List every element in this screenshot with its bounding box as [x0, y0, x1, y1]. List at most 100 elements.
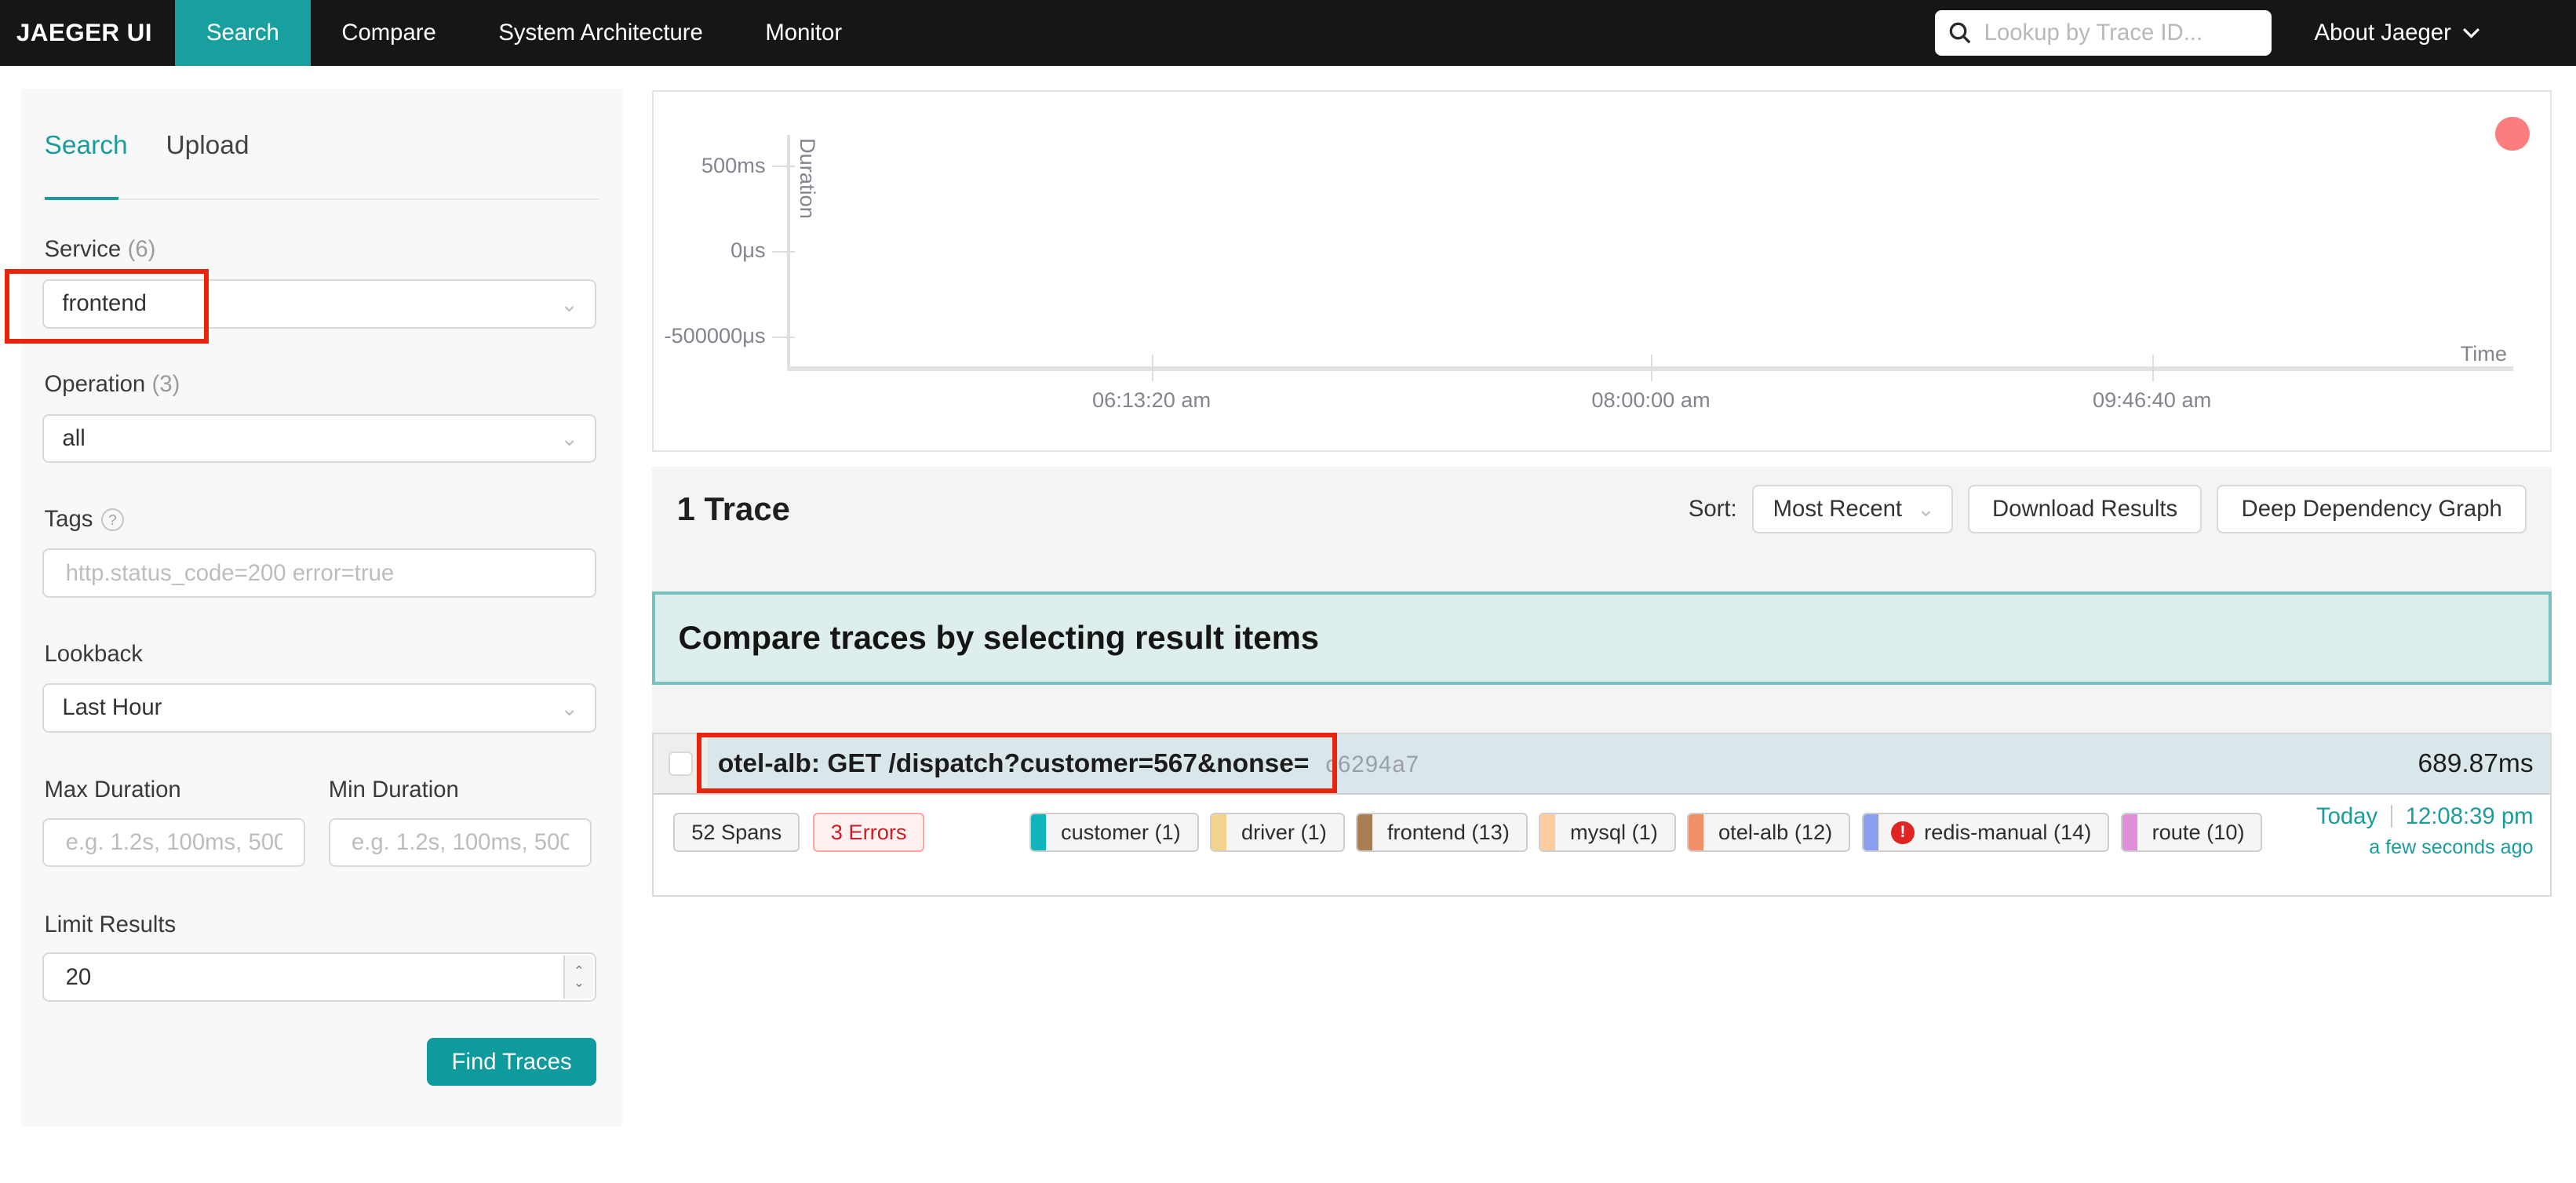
- x-tick-label: 09:46:40 am: [2093, 388, 2212, 412]
- lookback-select-value: Last Hour: [62, 694, 162, 721]
- x-axis-line: [786, 366, 2514, 372]
- service-badge-label: otel-alb (12): [1718, 820, 1833, 845]
- service-color-bar: [1689, 814, 1704, 851]
- results-controls: Sort: Most Recent ⌄ Download Results Dee…: [1688, 484, 2527, 534]
- trace-result-card: otel-alb: GET /dispatch?customer=567&non…: [652, 732, 2552, 897]
- chevron-down-icon: ⌄: [560, 291, 579, 316]
- trace-checkbox[interactable]: [669, 751, 694, 777]
- tab-upload[interactable]: Upload: [166, 131, 249, 161]
- results-header: 1 Trace Sort: Most Recent ⌄ Download Res…: [677, 479, 2527, 538]
- max-duration-field-wrap: [42, 817, 306, 868]
- trace-duration: 689.87ms: [2418, 748, 2534, 778]
- tab-search[interactable]: Search: [45, 131, 128, 161]
- operation-select[interactable]: all ⌄: [42, 413, 596, 464]
- trace-card-body: 52 Spans 3 Errors customer (1) driver (1)…: [654, 795, 2549, 895]
- nav-item-system-architecture[interactable]: System Architecture: [468, 0, 734, 66]
- search-results-section: 1 Trace Sort: Most Recent ⌄ Download Res…: [652, 466, 2552, 897]
- trace-card-header[interactable]: otel-alb: GET /dispatch?customer=567&non…: [654, 733, 2550, 795]
- trace-service-operation: otel-alb: GET /dispatch?customer=567&non…: [717, 748, 1310, 778]
- service-badge: customer (1): [1029, 813, 1199, 853]
- compare-banner-text: Compare traces by selecting result items: [678, 619, 1320, 657]
- compare-banner: Compare traces by selecting result items: [652, 591, 2552, 686]
- operation-label: Operation (3): [44, 371, 180, 398]
- about-jaeger-menu[interactable]: About Jaeger: [2315, 20, 2481, 46]
- sort-select-value: Most Recent: [1773, 496, 1903, 522]
- result-count: 1 Trace: [676, 490, 790, 528]
- deep-dependency-graph-button[interactable]: Deep Dependency Graph: [2217, 484, 2527, 534]
- y-tick-label: 500ms: [701, 152, 766, 177]
- lookback-select[interactable]: Last Hour ⌄: [42, 682, 596, 733]
- trace-id: c6294a7: [1325, 751, 1420, 777]
- x-axis-title: Time: [2460, 341, 2508, 366]
- service-color-bar: [2122, 814, 2137, 851]
- service-color-bar: [1211, 814, 1227, 851]
- nav-item-compare[interactable]: Compare: [311, 0, 468, 66]
- tags-field-wrap: [42, 548, 596, 599]
- service-badge-label: frontend (13): [1387, 820, 1510, 845]
- trace-lookup-input[interactable]: [1980, 17, 2259, 48]
- timestamp-divider: [2390, 805, 2392, 828]
- brand-logo[interactable]: JAEGER UI: [0, 19, 175, 47]
- service-badge: frontend (13): [1356, 813, 1528, 853]
- active-tab-underline: [44, 197, 118, 201]
- trace-badges-row: 52 Spans 3 Errors customer (1) driver (1)…: [673, 813, 2263, 853]
- service-badge-label: redis-manual (14): [1924, 820, 2092, 845]
- y-tick-mark: [771, 251, 796, 253]
- lookback-label: Lookback: [44, 640, 143, 667]
- tags-input[interactable]: [62, 558, 577, 588]
- search-icon: [1949, 22, 1971, 44]
- chevron-down-icon: ⌄: [1917, 497, 1935, 522]
- y-tick-mark: [771, 337, 796, 339]
- x-tick-label: 08:00:00 am: [1591, 388, 1711, 412]
- service-color-bar: [1540, 814, 1556, 851]
- service-color-bar: [1863, 814, 1878, 851]
- x-tick-mark: [1651, 355, 1653, 381]
- max-duration-input[interactable]: [62, 827, 286, 858]
- operation-select-value: all: [62, 424, 86, 451]
- limit-results-label: Limit Results: [44, 911, 177, 937]
- trace-title-link[interactable]: otel-alb: GET /dispatch?customer=567&non…: [708, 749, 1419, 779]
- nav-item-search[interactable]: Search: [175, 0, 311, 66]
- y-tick-label: 0μs: [731, 238, 766, 263]
- trace-relative-time: a few seconds ago: [2369, 836, 2534, 859]
- number-stepper[interactable]: ⌃ ⌄: [563, 956, 593, 999]
- y-tick-label: -500000μs: [664, 323, 766, 348]
- trace-checkbox-cell: [654, 733, 709, 794]
- scatter-plot: Duration Time 06:13:20 am 08:00:00 am 09:4…: [652, 90, 2552, 452]
- error-icon: !: [1891, 821, 1915, 845]
- sort-label: Sort:: [1688, 496, 1737, 522]
- trace-time: 12:08:39 pm: [2405, 803, 2534, 829]
- service-badge-label: driver (1): [1241, 820, 1327, 845]
- service-badge: ! redis-manual (14): [1861, 813, 2110, 853]
- help-icon[interactable]: ?: [100, 508, 125, 532]
- trace-scatter-point[interactable]: [2495, 116, 2530, 151]
- tags-label: Tags?: [45, 506, 125, 533]
- tab-divider: [42, 198, 600, 201]
- max-duration-label: Max Duration: [44, 777, 181, 803]
- chevron-down-icon: ⌄: [560, 695, 579, 720]
- service-color-bar: [1357, 814, 1373, 851]
- limit-results-field: ⌃⌄: [42, 952, 596, 1003]
- error-count-badge: 3 Errors: [812, 813, 925, 853]
- trace-lookup-box: [1934, 9, 2272, 56]
- min-duration-input[interactable]: [348, 827, 572, 858]
- chevron-down-icon: [2463, 27, 2480, 38]
- service-badges: customer (1) driver (1) frontend (13) mysql…: [1029, 813, 2263, 853]
- service-badge-label: mysql (1): [1569, 820, 1658, 845]
- jaeger-ui-page: JAEGER UI Search Compare System Architec…: [0, 0, 2576, 1183]
- service-badge-label: customer (1): [1061, 820, 1181, 845]
- limit-results-input[interactable]: [62, 962, 577, 992]
- service-label: Service (6): [44, 236, 156, 263]
- service-badge: driver (1): [1210, 813, 1345, 853]
- y-tick-mark: [771, 166, 796, 168]
- service-select-value: frontend: [62, 290, 147, 317]
- find-traces-button[interactable]: Find Traces: [427, 1038, 596, 1086]
- sort-select[interactable]: Most Recent ⌄: [1751, 484, 1953, 534]
- span-count-badge: 52 Spans: [673, 813, 800, 853]
- min-duration-label: Min Duration: [328, 777, 459, 803]
- trace-timestamps: Today 12:08:39 pm a few seconds ago: [2316, 803, 2534, 859]
- chevron-down-icon: ⌄: [560, 426, 579, 451]
- service-select[interactable]: frontend ⌄: [42, 278, 596, 329]
- download-results-button[interactable]: Download Results: [1967, 484, 2203, 534]
- nav-item-monitor[interactable]: Monitor: [734, 0, 873, 66]
